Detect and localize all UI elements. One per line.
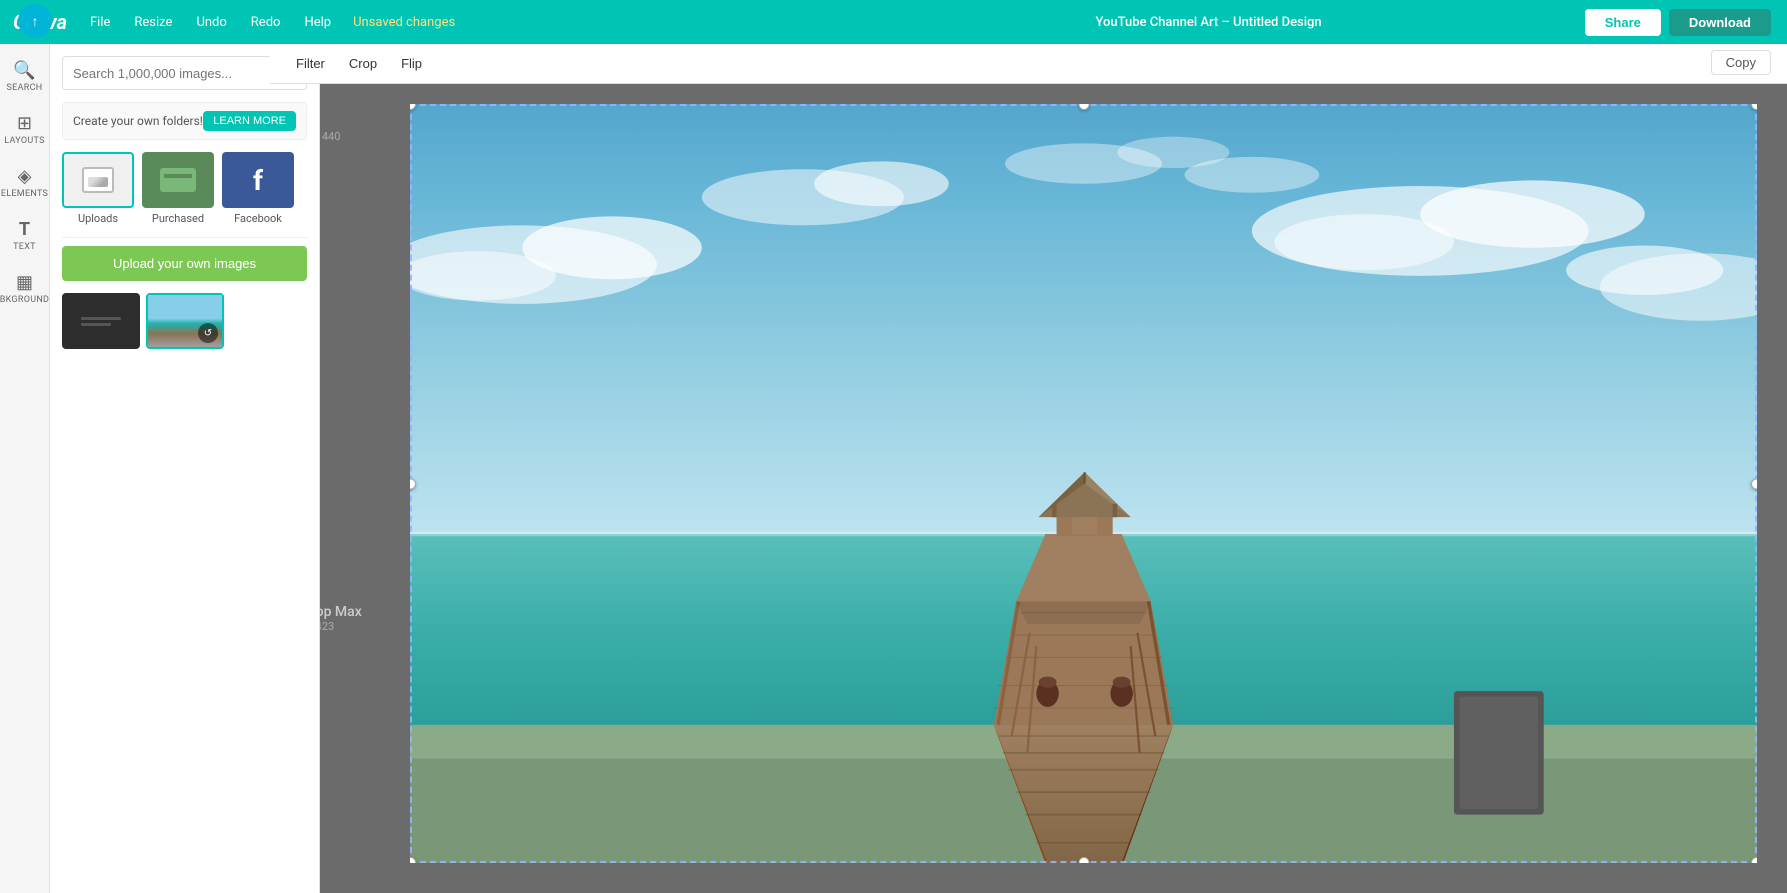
layouts-icon: ⊞ <box>17 113 32 134</box>
copy-button[interactable]: Copy <box>1711 50 1771 75</box>
source-tab-purchased[interactable]: Purchased <box>142 152 214 225</box>
template-line-2 <box>81 323 111 326</box>
topbar: Canva File Resize Undo Redo Help Unsaved… <box>0 0 1787 44</box>
divider <box>62 237 307 238</box>
sidebar-item-text[interactable]: T TEXT <box>2 211 48 260</box>
sidebar: 🔍 SEARCH ⊞ LAYOUTS ◈ ELEMENTS T TEXT ▦ B… <box>0 44 50 893</box>
folder-banner: Create your own folders! LEARN MORE <box>62 102 307 140</box>
secondary-toolbar: Filter Crop Flip Copy <box>270 44 1787 84</box>
image-placeholder-icon <box>82 167 114 193</box>
learn-more-button[interactable]: LEARN MORE <box>203 111 296 131</box>
thumbnail-edit-icon: ↺ <box>198 323 218 343</box>
uploads-thumb <box>62 152 134 208</box>
share-button[interactable]: Share <box>1585 9 1661 36</box>
sidebar-label-elements: ELEMENTS <box>1 189 48 199</box>
document-title: YouTube Channel Art – Untitled Design <box>832 15 1584 30</box>
thumbnail-beach[interactable]: ↺ <box>146 293 224 349</box>
sidebar-item-layouts[interactable]: ⊞ LAYOUTS <box>2 105 48 154</box>
sidebar-label-layouts: LAYOUTS <box>4 136 44 146</box>
elements-icon: ◈ <box>18 166 32 187</box>
thumbnail-dark-template[interactable] <box>62 293 140 349</box>
download-button[interactable]: Download <box>1669 9 1771 36</box>
menu-help[interactable]: Help <box>294 11 341 34</box>
facebook-thumb: f <box>222 152 294 208</box>
menu-file[interactable]: File <box>80 11 120 34</box>
sidebar-label-background: BKGROUND <box>0 295 49 305</box>
background-icon: ▦ <box>16 272 33 293</box>
source-tab-facebook[interactable]: f Facebook <box>222 152 294 225</box>
source-tabs: Uploads Purchased f Facebook <box>62 152 307 225</box>
template-lines <box>81 317 121 326</box>
thumbnails-grid: ↺ <box>62 293 307 349</box>
facebook-label: Facebook <box>234 212 282 225</box>
menu-undo[interactable]: Undo <box>186 11 236 34</box>
topbar-right-buttons: Share Download <box>1585 9 1787 36</box>
source-tab-uploads[interactable]: Uploads <box>62 152 134 225</box>
sidebar-label-text: TEXT <box>13 242 36 252</box>
user-avatar-icon: ↑ <box>32 13 39 30</box>
menu-items: File Resize Undo Redo Help Unsaved chang… <box>80 11 832 34</box>
menu-redo[interactable]: Redo <box>241 11 291 34</box>
user-avatar[interactable]: ↑ <box>18 4 52 38</box>
edit-icon: ↺ <box>204 328 212 339</box>
template-line-1 <box>81 317 121 320</box>
card-icon <box>160 168 196 192</box>
sidebar-item-search[interactable]: 🔍 SEARCH <box>2 52 48 101</box>
main-canvas-area: TV 2560 x 1440 Desktop Max 2560 x 423 <box>270 84 1787 893</box>
beach-scene-svg <box>410 104 1757 863</box>
text-icon: T <box>19 219 30 240</box>
folder-text: Create your own folders! <box>73 114 203 128</box>
upload-panel: ▾ Create your own folders! LEARN MORE Up… <box>50 44 320 893</box>
unsaved-indicator: Unsaved changes <box>353 15 455 30</box>
upload-images-button[interactable]: Upload your own images <box>62 246 307 281</box>
purchased-thumb <box>142 152 214 208</box>
sidebar-item-background[interactable]: ▦ BKGROUND <box>2 264 48 313</box>
dark-template-preview <box>62 293 140 349</box>
purchased-label: Purchased <box>152 212 204 225</box>
sidebar-item-elements[interactable]: ◈ ELEMENTS <box>2 158 48 207</box>
menu-resize[interactable]: Resize <box>124 11 182 34</box>
flip-button[interactable]: Flip <box>391 52 432 75</box>
crop-button[interactable]: Crop <box>339 52 387 75</box>
search-icon: 🔍 <box>13 60 35 81</box>
sidebar-label-search: SEARCH <box>7 83 43 93</box>
facebook-icon: f <box>253 164 263 197</box>
canvas-image[interactable] <box>410 104 1757 863</box>
filter-button[interactable]: Filter <box>286 52 335 75</box>
uploads-label: Uploads <box>78 212 118 225</box>
